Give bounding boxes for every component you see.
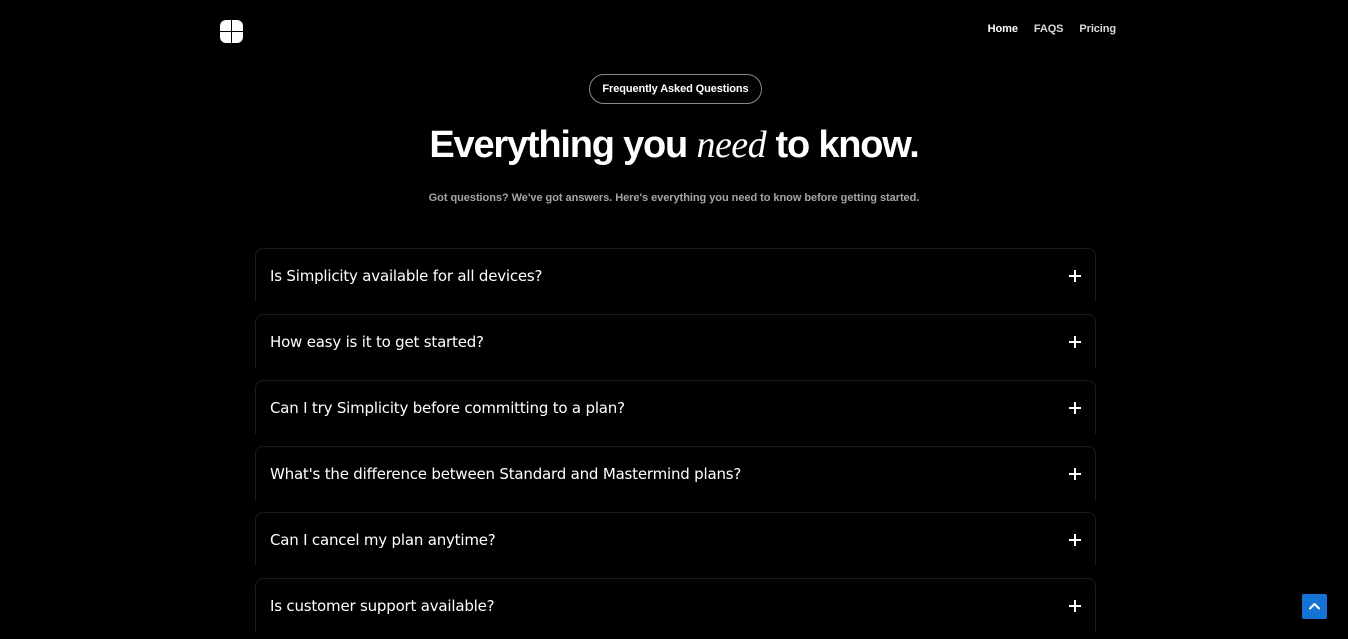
faq-list: Is Simplicity available for all devices?… [255, 248, 1096, 639]
logo-petal [220, 20, 231, 31]
faq-item-trial[interactable]: Can I try Simplicity before committing t… [255, 380, 1096, 434]
logo-icon[interactable] [220, 20, 243, 43]
faq-item-devices[interactable]: Is Simplicity available for all devices? [255, 248, 1096, 302]
faq-question: Can I cancel my plan anytime? [270, 530, 496, 549]
faq-question: Can I try Simplicity before committing t… [270, 398, 625, 417]
nav-faqs-link[interactable]: FAQS [1034, 23, 1064, 35]
faq-item-support[interactable]: Is customer support available? [255, 578, 1096, 632]
top-nav: Home FAQS Pricing [988, 23, 1116, 35]
headline-start: Everything you [429, 124, 697, 166]
nav-home-link[interactable]: Home [988, 23, 1018, 35]
faq-question: How easy is it to get started? [270, 332, 484, 351]
faq-question: Is Simplicity available for all devices? [270, 266, 543, 285]
section-badge: Frequently Asked Questions [589, 74, 762, 104]
headline-end: to know. [766, 124, 920, 166]
faq-item-plans-difference[interactable]: What's the difference between Standard a… [255, 446, 1096, 500]
logo-petal [220, 32, 231, 43]
chevron-up-icon [1309, 603, 1320, 610]
faq-item-cancel[interactable]: Can I cancel my plan anytime? [255, 512, 1096, 566]
faq-question: Is customer support available? [270, 596, 495, 615]
nav-pricing-link[interactable]: Pricing [1079, 23, 1116, 35]
plus-icon[interactable] [1068, 467, 1082, 481]
faq-item-getting-started[interactable]: How easy is it to get started? [255, 314, 1096, 368]
headline-accent: need [696, 124, 767, 166]
page-subtitle: Got questions? We've got answers. Here's… [428, 192, 920, 204]
plus-icon[interactable] [1068, 599, 1082, 613]
plus-icon[interactable] [1068, 401, 1082, 415]
plus-icon[interactable] [1068, 533, 1082, 547]
plus-icon[interactable] [1068, 335, 1082, 349]
faq-page: Home FAQS Pricing Frequently Asked Quest… [0, 0, 1348, 639]
logo-petal [232, 20, 243, 31]
logo-petal [232, 32, 243, 43]
plus-icon[interactable] [1068, 269, 1082, 283]
faq-question: What's the difference between Standard a… [270, 464, 742, 483]
page-title: Everything you need to know. [0, 122, 1348, 168]
back-to-top-button[interactable] [1302, 594, 1327, 619]
